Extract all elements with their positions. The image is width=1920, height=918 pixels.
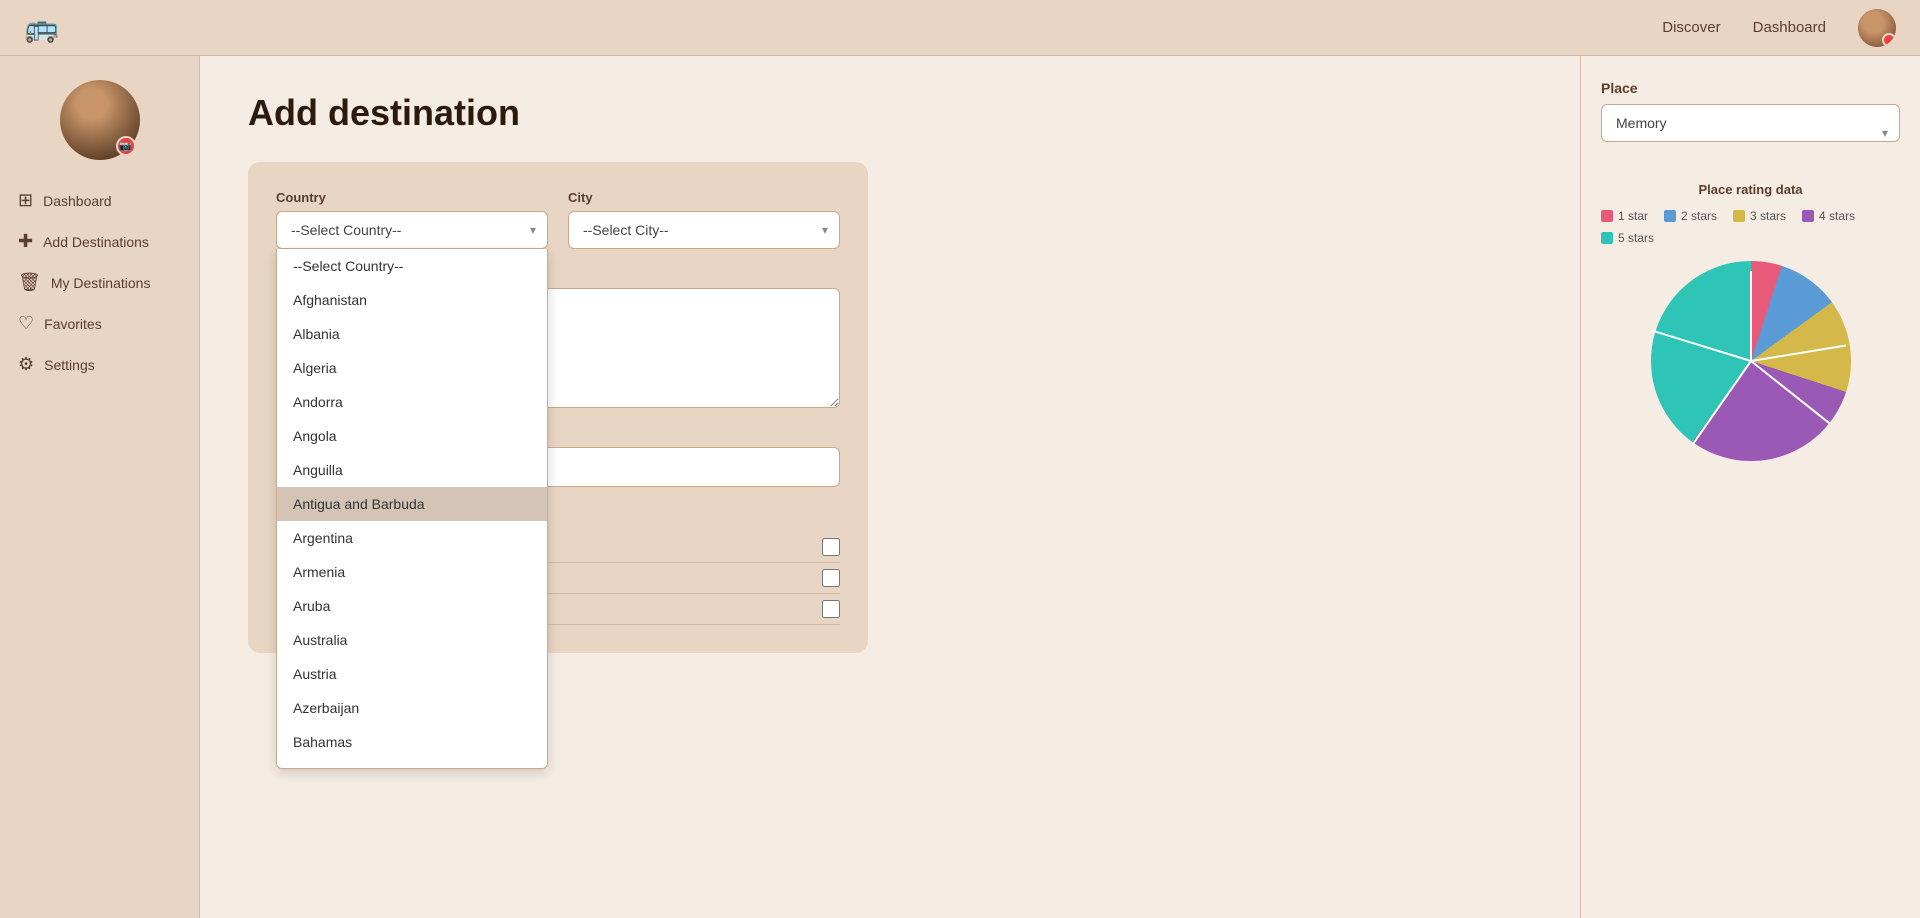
place-select[interactable]: Memory <box>1601 104 1900 142</box>
sidebar-label-dashboard: Dashboard <box>43 193 112 209</box>
legend-label-5stars: 5 stars <box>1618 231 1654 245</box>
checkbox-mountains[interactable] <box>822 569 840 587</box>
user-avatar[interactable] <box>1858 9 1896 47</box>
sidebar: 📷 ⊞ Dashboard ✚ Add Destinations 🗑 My De… <box>0 56 200 918</box>
legend-label-4stars: 4 stars <box>1819 209 1855 223</box>
place-select-wrapper: Memory <box>1601 104 1900 162</box>
dropdown-option-albania[interactable]: Albania <box>277 317 547 351</box>
dropdown-option-argentina[interactable]: Argentina <box>277 521 547 555</box>
pie-chart-container <box>1601 261 1900 461</box>
checkbox-beach[interactable] <box>822 538 840 556</box>
checkbox-cultural[interactable] <box>822 600 840 618</box>
rating-title: Place rating data <box>1601 182 1900 197</box>
sidebar-item-my-destinations[interactable]: 🗑 My Destinations <box>0 262 199 303</box>
nav-discover[interactable]: Discover <box>1662 19 1720 36</box>
legend-3stars: 3 stars <box>1733 209 1786 223</box>
country-dropdown-list: --Select Country-- Afghanistan Albania A… <box>276 249 548 769</box>
legend-dot-2stars <box>1664 210 1676 222</box>
main-content: Add destination Country --Select Country… <box>200 56 1580 918</box>
dropdown-option-angola[interactable]: Angola <box>277 419 547 453</box>
add-destinations-icon: ✚ <box>18 231 33 252</box>
settings-icon: ⚙ <box>18 354 34 375</box>
legend-2stars: 2 stars <box>1664 209 1717 223</box>
city-label: City <box>568 190 840 205</box>
legend-1star: 1 star <box>1601 209 1648 223</box>
dashboard-icon: ⊞ <box>18 190 33 211</box>
legend-4stars: 4 stars <box>1802 209 1855 223</box>
sidebar-item-settings[interactable]: ⚙ Settings <box>0 344 199 385</box>
legend-dot-4stars <box>1802 210 1814 222</box>
favorites-icon: ♡ <box>18 313 34 334</box>
sidebar-avatar[interactable]: 📷 <box>60 80 140 160</box>
city-group: City --Select City-- <box>568 190 840 249</box>
page-title: Add destination <box>248 92 1532 134</box>
dropdown-option-bahrain[interactable]: Bahrain <box>277 759 547 769</box>
legend-label-3stars: 3 stars <box>1750 209 1786 223</box>
country-city-row: Country --Select Country-- --Select Coun… <box>276 190 840 249</box>
right-panel: Place Memory Place rating data 1 star 2 … <box>1580 56 1920 918</box>
city-select[interactable]: --Select City-- <box>568 211 840 249</box>
country-select-wrapper: --Select Country-- --Select Country-- Af… <box>276 211 548 249</box>
dropdown-option-antigua[interactable]: Antigua and Barbuda <box>277 487 547 521</box>
sidebar-item-add-destinations[interactable]: ✚ Add Destinations <box>0 221 199 262</box>
sidebar-item-dashboard[interactable]: ⊞ Dashboard <box>0 180 199 221</box>
place-label: Place <box>1601 80 1900 96</box>
city-select-wrapper: --Select City-- <box>568 211 840 249</box>
legend-dot-5stars <box>1601 232 1613 244</box>
dropdown-option-andorra[interactable]: Andorra <box>277 385 547 419</box>
legend-label-1star: 1 star <box>1618 209 1648 223</box>
country-label: Country <box>276 190 548 205</box>
dropdown-option-bahamas[interactable]: Bahamas <box>277 725 547 759</box>
dropdown-option-azerbaijan[interactable]: Azerbaijan <box>277 691 547 725</box>
sidebar-item-favorites[interactable]: ♡ Favorites <box>0 303 199 344</box>
sidebar-label-my-destinations: My Destinations <box>51 275 151 291</box>
legend-5stars: 5 stars <box>1601 231 1654 245</box>
dropdown-option-armenia[interactable]: Armenia <box>277 555 547 589</box>
topnav: 🚌 Discover Dashboard <box>0 0 1920 56</box>
sidebar-label-settings: Settings <box>44 357 95 373</box>
sidebar-label-favorites: Favorites <box>44 316 102 332</box>
dropdown-option-algeria[interactable]: Algeria <box>277 351 547 385</box>
country-group: Country --Select Country-- --Select Coun… <box>276 190 548 249</box>
legend-label-2stars: 2 stars <box>1681 209 1717 223</box>
legend-dot-3stars <box>1733 210 1745 222</box>
rating-legend: 1 star 2 stars 3 stars 4 stars 5 stars <box>1601 209 1900 245</box>
legend-dot-1star <box>1601 210 1613 222</box>
nav-dashboard[interactable]: Dashboard <box>1753 19 1826 36</box>
dropdown-option-anguilla[interactable]: Anguilla <box>277 453 547 487</box>
main-layout: 📷 ⊞ Dashboard ✚ Add Destinations 🗑 My De… <box>0 56 1920 918</box>
dropdown-option-aruba[interactable]: Aruba <box>277 589 547 623</box>
my-destinations-icon: 🗑 <box>18 272 41 293</box>
dropdown-option-afghanistan[interactable]: Afghanistan <box>277 283 547 317</box>
dropdown-option-australia[interactable]: Australia <box>277 623 547 657</box>
dropdown-option-austria[interactable]: Austria <box>277 657 547 691</box>
sidebar-label-add-destinations: Add Destinations <box>43 234 149 250</box>
sidebar-avatar-badge: 📷 <box>116 136 136 156</box>
nav-links: Discover Dashboard <box>1662 9 1896 47</box>
avatar-badge <box>1882 33 1896 47</box>
pie-chart <box>1651 261 1851 461</box>
app-logo: 🚌 <box>24 11 59 44</box>
country-select[interactable]: --Select Country-- <box>276 211 548 249</box>
dropdown-option-select[interactable]: --Select Country-- <box>277 249 547 283</box>
form-card: Country --Select Country-- --Select Coun… <box>248 162 868 653</box>
